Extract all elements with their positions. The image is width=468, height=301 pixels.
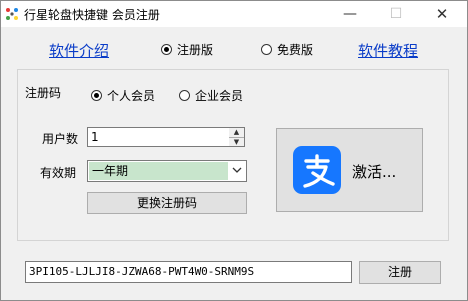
software-intro-link[interactable]: 软件介绍 [49, 40, 109, 61]
user-count-input[interactable]: 1 [87, 127, 230, 147]
edition-registered-radio[interactable]: 注册版 [161, 41, 213, 58]
stepper-up-icon[interactable]: ▲ [229, 128, 244, 138]
user-count-label: 用户数 [42, 132, 79, 146]
validity-select[interactable]: 一年期 [87, 160, 247, 182]
edition-free-label: 免费版 [277, 43, 314, 57]
member-enterprise-label: 企业会员 [195, 89, 244, 103]
registration-code-field[interactable]: 3PI105-LJLJI8-JZWA68-PWT4W0-SRNM9S [25, 261, 352, 283]
member-enterprise-radio[interactable]: 企业会员 [179, 87, 243, 104]
change-registration-code-button[interactable]: 更换注册码 [87, 192, 247, 214]
member-personal-label: 个人会员 [107, 89, 156, 103]
register-button[interactable]: 注册 [359, 261, 441, 284]
radio-unselected-icon [261, 44, 272, 55]
maximize-button[interactable]: ☐ [373, 1, 419, 27]
minimize-button[interactable]: — [327, 1, 373, 27]
window-title: 行星轮盘快捷键 会员注册 [24, 8, 160, 22]
registration-window: 行星轮盘快捷键 会员注册 — ☐ ✕ 软件介绍 注册版 免费版 软件教程 注册码… [0, 0, 468, 301]
chevron-down-icon [232, 167, 242, 173]
validity-label: 有效期 [40, 166, 77, 180]
title-bar: 行星轮盘快捷键 会员注册 — ☐ ✕ [1, 1, 467, 27]
edition-registered-label: 注册版 [177, 43, 214, 57]
group-legend: 注册码 [21, 84, 66, 101]
close-button[interactable]: ✕ [419, 1, 465, 27]
app-logo-icon [6, 8, 18, 20]
radio-selected-icon [91, 90, 102, 101]
edition-free-radio[interactable]: 免费版 [261, 41, 313, 58]
activate-label: 激活... [352, 163, 397, 181]
software-tutorial-link[interactable]: 软件教程 [358, 40, 418, 61]
validity-selected-value: 一年期 [89, 162, 228, 180]
radio-selected-icon [161, 44, 172, 55]
radio-unselected-icon [179, 90, 190, 101]
alipay-icon [293, 146, 341, 194]
member-personal-radio[interactable]: 个人会员 [91, 87, 155, 104]
stepper-down-icon[interactable]: ▼ [229, 138, 244, 147]
user-count-stepper[interactable]: ▲ ▼ [229, 127, 245, 147]
activate-button[interactable]: 激活... [276, 128, 423, 212]
